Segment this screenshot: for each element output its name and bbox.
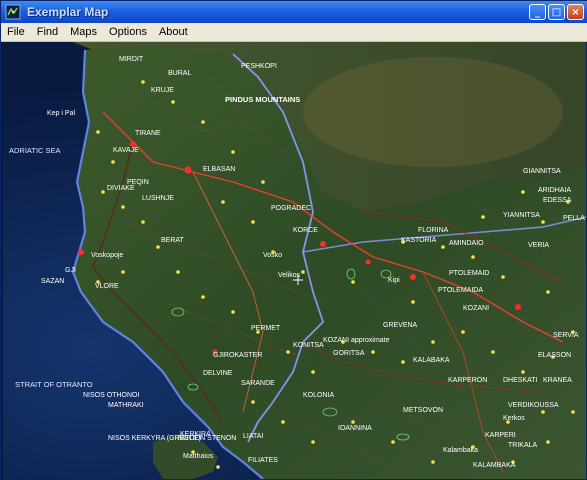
label-nisos-othonoi: NISOS OTHONOI (83, 392, 139, 399)
place-label: KARPERON (448, 377, 487, 384)
place-label: MIRDIT (119, 56, 144, 63)
place-label: KALAMBAKA (473, 462, 516, 469)
place-label: POGRADEC (271, 205, 311, 212)
place-label: ELBASAN (203, 166, 235, 173)
place-label: AMINDAIO (449, 240, 484, 247)
close-button[interactable]: × (567, 4, 584, 20)
place-label: KRUJE (151, 87, 174, 94)
place-label: GREVENA (383, 322, 418, 329)
menu-bar: File Find Maps Options About (1, 23, 587, 42)
label-strait-otranto: STRAIT OF OTRANTO (15, 380, 93, 389)
map-canvas[interactable]: ADRIATIC SEA STRAIT OF OTRANTO Kep i Pal… (3, 42, 586, 479)
title-bar[interactable]: Exemplar Map _ □ × (1, 1, 587, 23)
place-label: KARPERI (485, 432, 516, 439)
place-label: KALABAKA (413, 357, 450, 364)
map-svg[interactable]: ADRIATIC SEA STRAIT OF OTRANTO Kep i Pal… (3, 42, 586, 479)
place-label: SARANDE (241, 380, 275, 387)
place-label: EDESSA (543, 197, 572, 204)
place-label: KORCE (293, 227, 318, 234)
minimize-button[interactable]: _ (529, 4, 546, 20)
menu-about[interactable]: About (153, 23, 194, 42)
place-label: KOZANI (463, 305, 489, 312)
place-label: Kalambaka (443, 447, 478, 454)
place-label: GJIROKASTER (213, 352, 262, 359)
place-label: GORITSA (333, 350, 365, 357)
app-window: Exemplar Map _ □ × File Find Maps Option… (0, 0, 587, 480)
place-label: KONITSA (293, 342, 324, 349)
haze-patch (303, 57, 563, 167)
place-label: Vosko (263, 252, 282, 259)
place-label: DIVIAKE (107, 185, 135, 192)
menu-options[interactable]: Options (103, 23, 153, 42)
window-controls: _ □ × (529, 4, 584, 20)
place-label: SAZAN (41, 278, 64, 285)
place-label: DHESKATI (503, 377, 538, 384)
place-label: GJI (65, 267, 76, 274)
place-label: MATHRAKI (108, 402, 144, 409)
place-label: GIANNITSA (523, 168, 561, 175)
place-label: KASTORIA (401, 237, 437, 244)
place-label: NOTION STENON (178, 435, 236, 442)
place-label: KOZANI approximate (323, 337, 390, 344)
place-label: KAVAJE (113, 147, 139, 154)
place-label: VLORE (95, 283, 119, 290)
place-label: LIATAI (243, 433, 263, 440)
place-label: PINDUS MOUNTAINS (225, 95, 300, 104)
place-label: PTOLEMAID (449, 270, 489, 277)
menu-find[interactable]: Find (31, 23, 64, 42)
place-label: TRIKALA (508, 442, 538, 449)
place-label: Kipi (388, 277, 400, 284)
label-adriatic-sea: ADRIATIC SEA (9, 146, 61, 155)
place-label: SERVIA (553, 332, 579, 339)
place-label: ARIDHAIA (538, 187, 571, 194)
place-label: PELLA (563, 215, 585, 222)
place-label: Voskopoje (91, 252, 123, 259)
label-kep-i-pal: Kep i Pal (47, 110, 75, 117)
place-label: YIANNITSA (503, 212, 540, 219)
place-label: PERMET (251, 325, 281, 332)
menu-maps[interactable]: Maps (64, 23, 103, 42)
place-label: Kerkos (503, 415, 525, 422)
place-label: KOLONIA (303, 392, 334, 399)
place-label: PESHKOPI (241, 63, 277, 70)
place-label: KRANEA (543, 377, 572, 384)
maximize-button[interactable]: □ (548, 4, 565, 20)
place-label: Matthaios (183, 453, 214, 460)
place-label: FLORINA (418, 227, 449, 234)
place-label: Velikos (278, 272, 301, 279)
place-label: FILIATES (248, 457, 278, 464)
place-label: VERIA (528, 242, 549, 249)
app-icon (5, 4, 21, 20)
place-label: ELASSON (538, 352, 571, 359)
place-label: BURAL (168, 70, 191, 77)
place-label: VERDIKOUSSA (508, 402, 559, 409)
place-label: IOANNINA (338, 425, 372, 432)
place-label: TIRANE (135, 130, 161, 137)
place-label: METSOVON (403, 407, 443, 414)
place-label: BERAT (161, 237, 185, 244)
place-label: DELVINE (203, 370, 233, 377)
menu-file[interactable]: File (1, 23, 31, 42)
place-label: PTOLEMAIDA (438, 287, 483, 294)
place-label: LUSHNJE (142, 195, 174, 202)
window-title: Exemplar Map (27, 5, 109, 19)
